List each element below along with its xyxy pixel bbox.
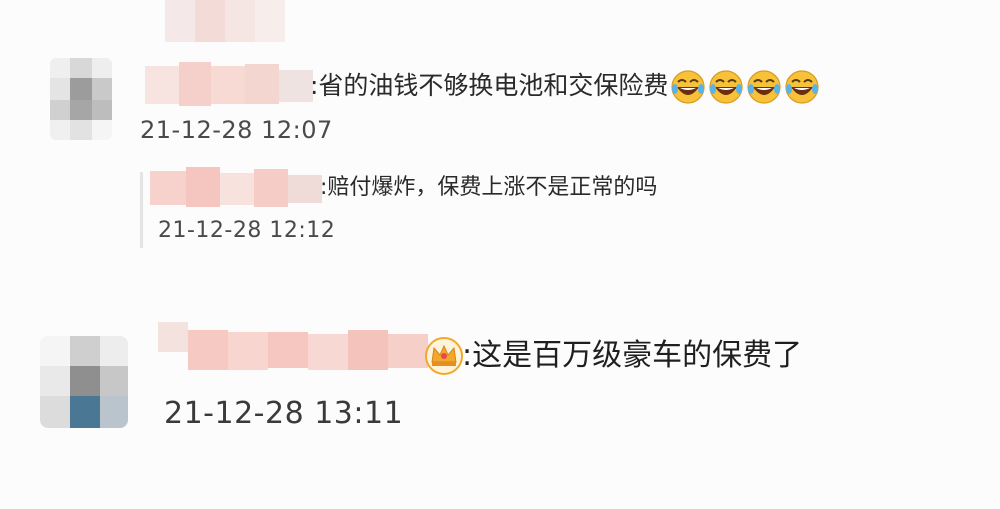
- laughing-tears-icon: [746, 69, 782, 105]
- comment-timestamp: 21-12-28 13:11: [164, 396, 404, 431]
- crown-icon: [424, 336, 464, 376]
- comment-thread: :省的油钱不够换电池和交保险费 21-12-28 12:07 :赔付爆炸，保费上…: [0, 0, 1000, 509]
- comment-timestamp: 21-12-28 12:07: [140, 116, 333, 144]
- avatar[interactable]: [40, 336, 128, 428]
- blurred-username[interactable]: [158, 322, 428, 382]
- comment-text: :这是百万级豪车的保费了: [462, 338, 803, 373]
- laughing-tears-icon: [708, 69, 744, 105]
- blurred-username-top: [165, 0, 285, 42]
- blurred-username[interactable]: [150, 167, 322, 209]
- reply-indent-bar: [140, 172, 143, 248]
- reply-timestamp: 21-12-28 12:12: [158, 218, 336, 243]
- comment-text: :省的油钱不够换电池和交保险费: [310, 68, 820, 105]
- comment-body: :省的油钱不够换电池和交保险费: [310, 71, 669, 100]
- laughing-tears-icon: [670, 69, 706, 105]
- reply-text: :赔付爆炸，保费上涨不是正常的吗: [320, 175, 658, 200]
- avatar[interactable]: [50, 58, 112, 140]
- laughing-tears-icon: [784, 69, 820, 105]
- blurred-username[interactable]: [145, 62, 313, 108]
